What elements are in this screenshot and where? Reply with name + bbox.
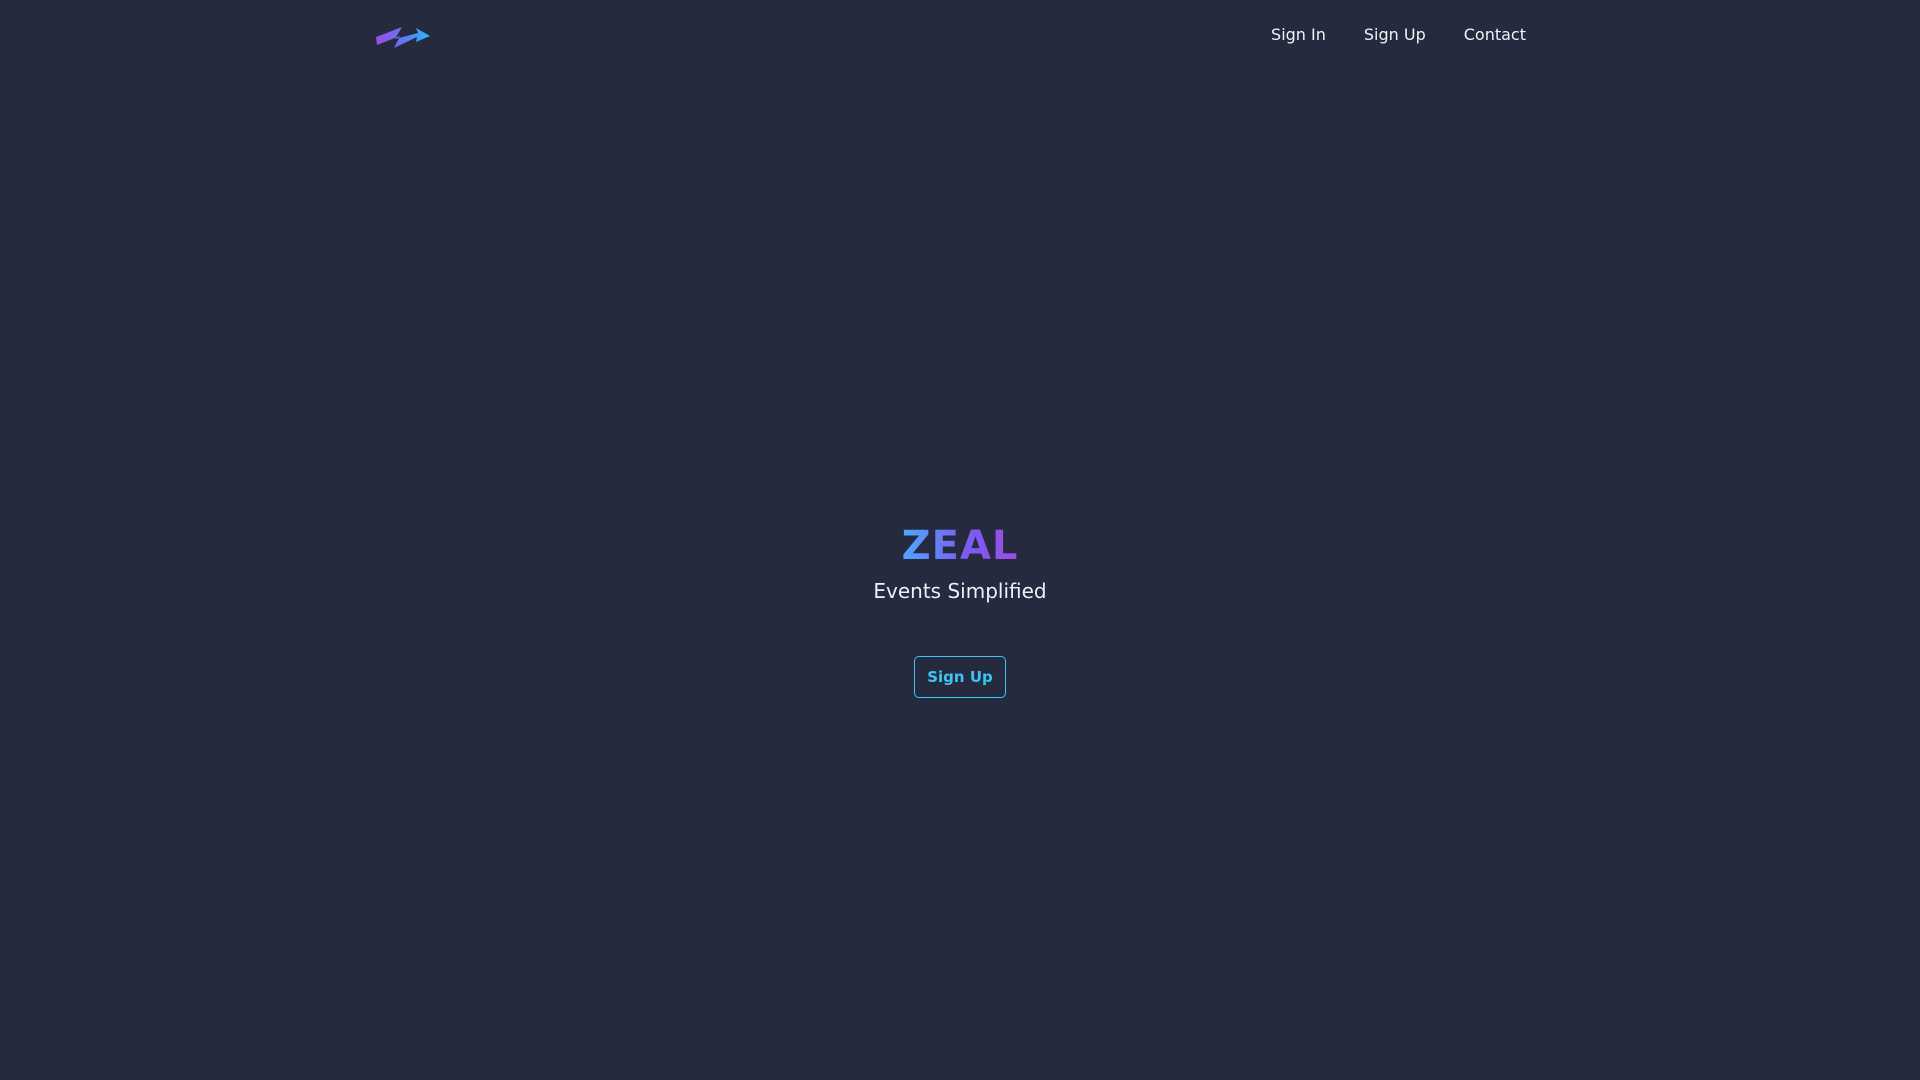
nav-links: Sign In Sign Up Contact xyxy=(1271,24,1526,46)
landing-page: Sign In Sign Up Contact ZEAL Events Simp… xyxy=(0,0,1920,1080)
nav-contact-link[interactable]: Contact xyxy=(1464,24,1526,46)
nav-sign-in-link[interactable]: Sign In xyxy=(1271,24,1326,46)
top-navbar: Sign In Sign Up Contact xyxy=(0,0,1920,72)
hero-section: ZEAL Events Simplified Sign Up xyxy=(0,520,1920,698)
logo-link[interactable] xyxy=(374,22,432,54)
brand-title: ZEAL xyxy=(902,520,1019,572)
nav-sign-up-link[interactable]: Sign Up xyxy=(1364,24,1426,46)
hero-sign-up-button[interactable]: Sign Up xyxy=(914,656,1006,698)
tagline: Events Simplified xyxy=(873,579,1047,603)
zigzag-arrow-logo-icon xyxy=(376,27,430,48)
